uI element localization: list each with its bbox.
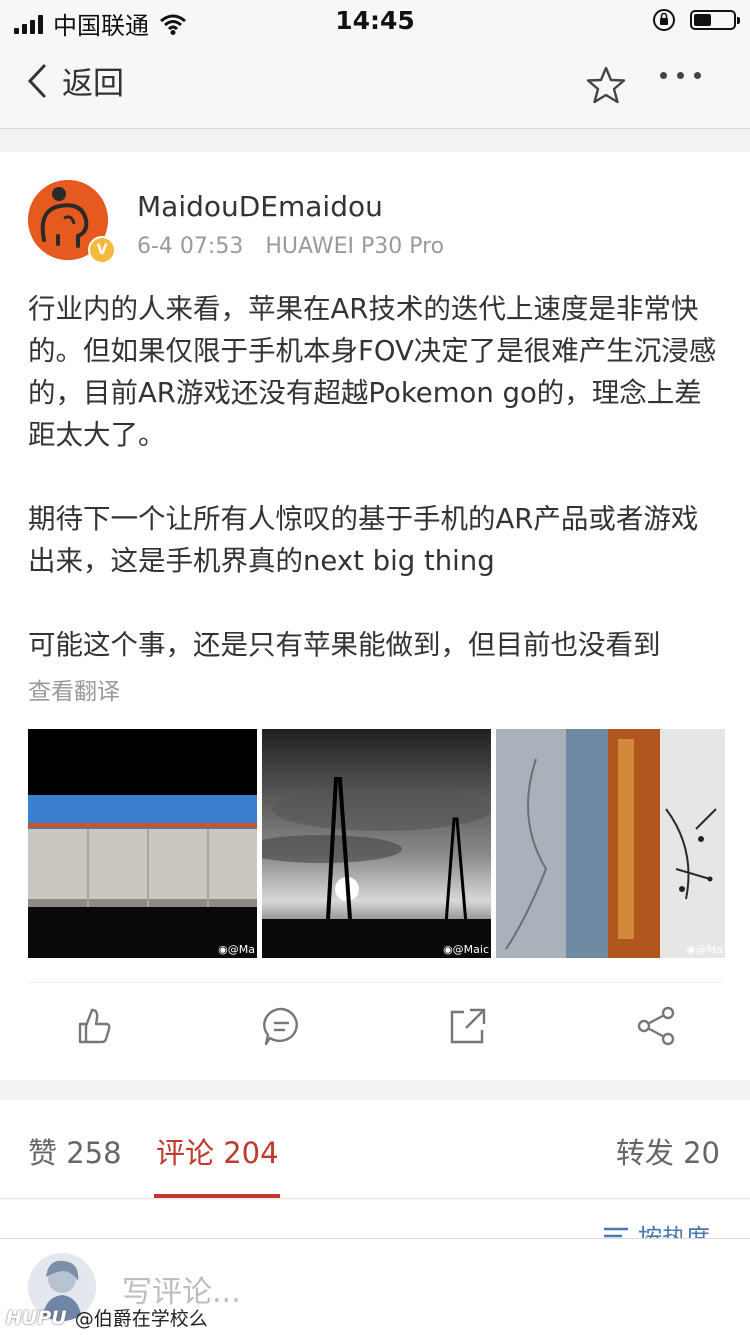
post-username[interactable]: MaidouDEmaidou xyxy=(137,190,383,223)
image-watermark: ◉@Ma xyxy=(686,943,723,956)
post-card: V MaidouDEmaidou 6-4 07:53 HUAWEI P30 Pr… xyxy=(0,152,750,1080)
tab-likes[interactable]: 赞 258 xyxy=(28,1130,122,1172)
post-image-pillar[interactable]: ◉@Ma xyxy=(496,729,725,958)
post-time: 6-4 07:53 xyxy=(137,234,244,259)
post-paragraph: 期待下一个让所有人惊叹的基于手机的AR产品或者游戏出来，这是手机界真的next … xyxy=(28,503,699,577)
repost-icon[interactable] xyxy=(446,1004,490,1048)
image-watermark: ◉@Ma xyxy=(218,943,255,956)
pillar-photo xyxy=(496,729,725,958)
divider xyxy=(28,982,722,983)
status-time: 14:45 xyxy=(335,6,415,35)
status-right xyxy=(652,8,740,32)
watermark-footer: HUPU @伯爵在学校么 xyxy=(6,1304,208,1331)
share-icon[interactable] xyxy=(634,1004,678,1048)
post-image-bridge[interactable]: ◉@Maic xyxy=(262,729,491,958)
verified-badge-icon: V xyxy=(88,236,116,264)
translate-link[interactable]: 查看翻译 xyxy=(28,672,120,706)
back-button[interactable]: 返回 xyxy=(26,58,124,103)
chevron-left-icon xyxy=(27,64,46,97)
image-watermark: ◉@Maic xyxy=(443,943,489,956)
watermark-credit: @伯爵在学校么 xyxy=(74,1308,208,1330)
seawall-photo xyxy=(28,729,257,958)
post-content: 行业内的人来看，苹果在AR技术的迭代上速度是非常快的。但如果仅限于手机本身FOV… xyxy=(28,288,724,666)
post-image-seawall[interactable]: ◉@Ma xyxy=(28,729,257,958)
more-options-icon[interactable] xyxy=(660,72,701,79)
post-device: HUAWEI P30 Pro xyxy=(265,234,445,259)
post-paragraph: 可能这个事，还是只有苹果能做到，但目前也没看到 xyxy=(28,629,661,661)
comment-bubble-icon[interactable] xyxy=(260,1004,304,1048)
battery-icon xyxy=(690,10,740,30)
sort-row: 按热度 xyxy=(0,1200,750,1240)
interaction-tabs: 赞 258 评论 204 转发 20 xyxy=(0,1100,750,1199)
like-thumb-icon[interactable] xyxy=(72,1004,116,1048)
hupu-logo: HUPU xyxy=(6,1306,67,1329)
orientation-lock-icon xyxy=(653,9,675,31)
sort-by-heat-button[interactable]: 按热度 xyxy=(602,1218,710,1240)
tab-reposts[interactable]: 转发 20 xyxy=(616,1130,720,1172)
bridge-photo xyxy=(262,729,491,958)
post-paragraph: 行业内的人来看，苹果在AR技术的迭代上速度是非常快的。但如果仅限于手机本身FOV… xyxy=(28,293,717,451)
status-bar: 中国联通 14:45 xyxy=(0,0,750,40)
post-meta: 6-4 07:53 HUAWEI P30 Pro xyxy=(137,234,444,259)
favorite-star-icon[interactable] xyxy=(586,66,626,104)
back-label: 返回 xyxy=(62,66,124,102)
nav-bar: 返回 xyxy=(0,40,750,129)
tab-comments[interactable]: 评论 204 xyxy=(156,1130,279,1172)
tab-active-indicator xyxy=(154,1194,280,1198)
battery-fill xyxy=(694,14,712,26)
sort-label: 按热度 xyxy=(638,1224,710,1240)
